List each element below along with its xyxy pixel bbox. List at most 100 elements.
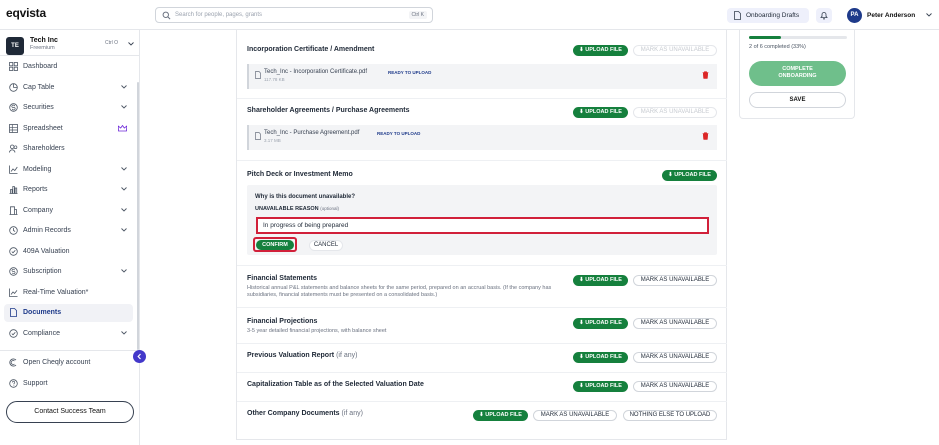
sidebar-item-reports[interactable]: Reports [4, 181, 133, 199]
sidebar-item-label: Documents [23, 309, 62, 316]
sidebar-item-label: Compliance [23, 330, 60, 337]
mark-unavailable-button[interactable]: MARK AS UNAVAILABLE [633, 275, 717, 286]
sidebar-item-label: Shareholders [23, 145, 65, 152]
confirm-highlight: CONFIRM [253, 237, 297, 252]
upload-icon: ⬇ [579, 109, 584, 115]
sidebar-item-admin-records[interactable]: Admin Records [4, 222, 133, 240]
sidebar-item-label: 409A Valuation [23, 248, 70, 255]
sidebar-item-modeling[interactable]: Modeling [4, 161, 133, 179]
contact-success-team-button[interactable]: Contact Success Team [6, 401, 134, 423]
optional-hint: (if any) [341, 410, 363, 417]
mark-unavailable-button[interactable]: MARK AS UNAVAILABLE [633, 107, 717, 118]
unavailable-reason-input[interactable] [256, 217, 709, 234]
mark-unavailable-button[interactable]: MARK AS UNAVAILABLE [533, 410, 617, 421]
save-button[interactable]: SAVE [749, 92, 846, 108]
trash-icon[interactable] [702, 132, 709, 140]
collapse-sidebar-button[interactable] [133, 350, 146, 363]
sidebar-item-label: Support [23, 380, 48, 387]
divider [237, 401, 727, 402]
sidebar-item-compliance[interactable]: Compliance [4, 325, 133, 343]
sidebar-item-shareholders[interactable]: Shareholders [4, 140, 133, 158]
sidebar-item-label: Cap Table [23, 84, 55, 91]
sidebar-item-securities[interactable]: Securities [4, 99, 133, 117]
upload-file-button[interactable]: ⬇ UPLOAD FILE [662, 170, 717, 181]
avatar[interactable]: PA [847, 8, 862, 23]
documents-checklist-card: Incorporation Certificate / Amendment ⬇ … [236, 30, 727, 440]
divider [237, 343, 727, 344]
upload-file-button[interactable]: ⬇ UPLOAD FILE [473, 410, 528, 421]
chevron-down-icon [121, 208, 127, 212]
sidebar-item-company[interactable]: Company [4, 202, 133, 220]
file-icon [255, 132, 261, 140]
section-title-shareholder-agreements: Shareholder Agreements / Purchase Agreem… [247, 107, 410, 114]
upload-file-button[interactable]: ⬇ UPLOAD FILE [573, 381, 628, 392]
title-text: Previous Valuation Report [247, 352, 335, 359]
onboarding-drafts-button[interactable]: Onboarding Drafts [727, 8, 809, 23]
sidebar-item-label: Company [23, 207, 53, 214]
divider [237, 160, 727, 161]
mark-unavailable-button[interactable]: MARK AS UNAVAILABLE [633, 352, 717, 363]
mark-unavailable-button[interactable]: MARK AS UNAVAILABLE [633, 45, 717, 56]
section-title-pitch-deck: Pitch Deck or Investment Memo [247, 171, 353, 178]
upload-file-button[interactable]: ⬇ UPLOAD FILE [573, 107, 628, 118]
upload-file-button[interactable]: ⬇ UPLOAD FILE [573, 352, 628, 363]
uploaded-file-row: Tech_Inc - Purchase Agreement.pdf 3.17 M… [247, 125, 717, 150]
admin-records-icon [9, 226, 18, 235]
divider [237, 307, 727, 308]
sidebar-item-documents[interactable]: Documents [4, 304, 133, 322]
complete-onboarding-button[interactable]: COMPLETE ONBOARDING [749, 61, 846, 86]
sidebar-item-real-time-valuation[interactable]: Real-Time Valuation* [4, 284, 133, 302]
mark-unavailable-button[interactable]: MARK AS UNAVAILABLE [633, 381, 717, 392]
search-placeholder[interactable]: Search for people, pages, grants [175, 12, 262, 18]
sidebar-item-cap-table[interactable]: Cap Table [4, 79, 133, 97]
user-name[interactable]: Peter Anderson [867, 12, 915, 19]
section-description: 3-5 year detailed financial projections,… [247, 328, 387, 334]
upload-file-button[interactable]: ⬇ UPLOAD FILE [573, 45, 628, 56]
top-bar: eqvista Search for people, pages, grants… [0, 0, 939, 30]
sidebar-item-label: Reports [23, 186, 48, 193]
sidebar-item-409a-valuation[interactable]: 409A Valuation [4, 243, 133, 261]
file-size: 3.17 MB [264, 138, 281, 143]
chevron-down-icon [121, 331, 127, 335]
upload-file-button[interactable]: ⬇ UPLOAD FILE [573, 318, 628, 329]
mark-unavailable-button[interactable]: MARK AS UNAVAILABLE [633, 318, 717, 329]
optional-hint: (optional) [320, 206, 339, 211]
cheqly-icon [9, 358, 17, 367]
sidebar-scrollbar[interactable] [137, 82, 139, 350]
file-name: Tech_Inc - Purchase Agreement.pdf [264, 130, 360, 136]
upload-label: UPLOAD FILE [585, 320, 622, 326]
upload-icon: ⬇ [579, 320, 584, 326]
upload-file-button[interactable]: ⬇ UPLOAD FILE [573, 275, 628, 286]
divider [0, 55, 139, 56]
ready-to-upload-label: READY TO UPLOAD [377, 131, 421, 136]
sidebar-item-spreadsheet[interactable]: Spreadsheet [4, 120, 133, 138]
upload-label: UPLOAD FILE [485, 412, 522, 418]
progress-fill [749, 36, 782, 39]
upload-label: UPLOAD FILE [585, 354, 622, 360]
shareholders-icon [9, 144, 18, 153]
section-title-capitalization-table: Capitalization Table as of the Selected … [247, 381, 424, 388]
securities-icon [9, 103, 18, 112]
sidebar-item-support[interactable]: Support [4, 375, 133, 393]
chevron-down-icon[interactable] [926, 12, 932, 19]
title-text: Other Company Documents [247, 410, 340, 417]
global-search[interactable]: Search for people, pages, grants Ctrl K [155, 7, 433, 23]
chevron-down-icon[interactable] [128, 41, 134, 48]
divider [237, 98, 727, 99]
drafts-label: Onboarding Drafts [746, 12, 800, 19]
divider [237, 265, 727, 266]
company-name: Tech Inc [30, 37, 58, 44]
sidebar-item-subscription[interactable]: Subscription [4, 263, 133, 281]
reason-label-text: UNAVAILABLE REASON [255, 206, 319, 212]
sidebar-item-dashboard[interactable]: Dashboard [4, 58, 133, 76]
sidebar-item-open-cheqly[interactable]: Open Cheqly account [4, 354, 133, 372]
cancel-button[interactable]: CANCEL [309, 240, 343, 251]
notifications-button[interactable] [816, 8, 832, 23]
upload-label: UPLOAD FILE [585, 109, 622, 115]
confirm-button[interactable]: CONFIRM [256, 240, 294, 250]
sidebar-item-label: Spreadsheet [23, 125, 63, 132]
eqvista-logo[interactable]: eqvista [6, 6, 46, 20]
nothing-else-to-upload-button[interactable]: NOTHING ELSE TO UPLOAD [623, 410, 717, 421]
trash-icon[interactable] [702, 71, 709, 79]
modeling-icon [9, 165, 18, 174]
